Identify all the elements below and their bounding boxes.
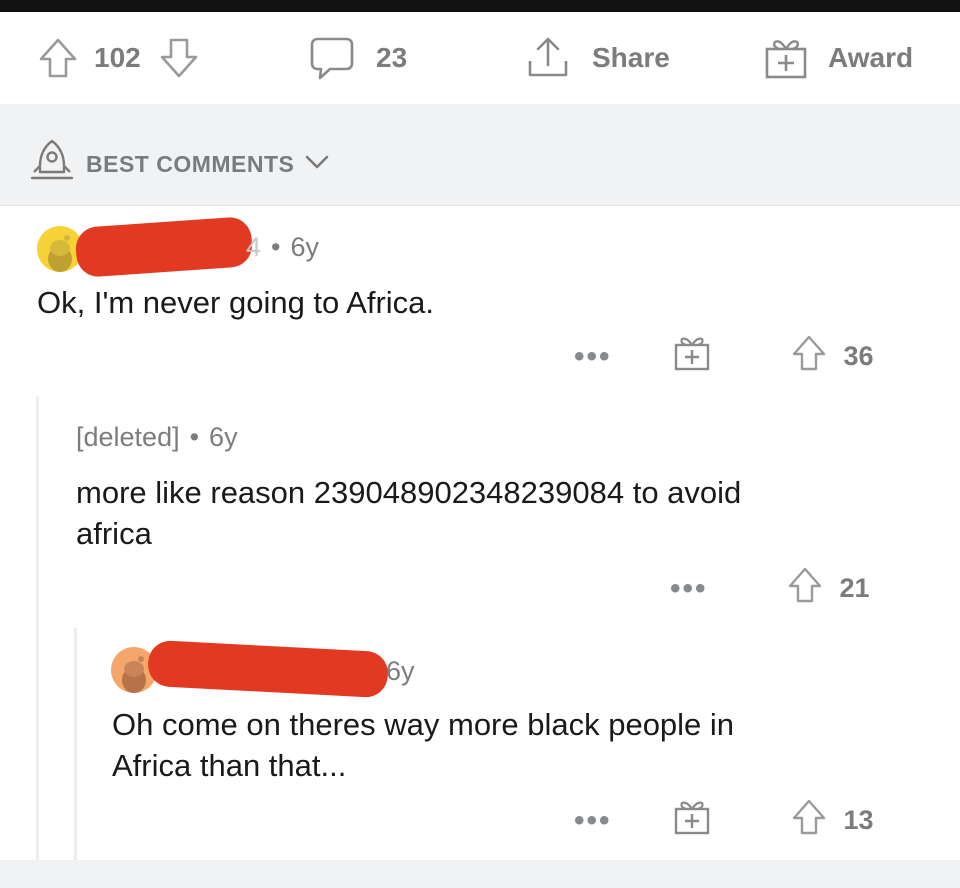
comment-body: more like reason 239048902348239084 to a… [76, 472, 741, 554]
thread-line[interactable] [74, 628, 77, 860]
upvote-icon[interactable] [786, 566, 824, 611]
comment-meta: 4 • 6y [246, 232, 319, 263]
vote-count: 36 [843, 341, 874, 371]
comments-button[interactable]: 23 [308, 35, 408, 81]
chevron-down-icon [304, 151, 330, 178]
comment-age: 6y [386, 656, 415, 686]
award-label: Award [828, 42, 914, 73]
comment-age: 6y [290, 232, 320, 262]
award-gift-icon[interactable] [672, 334, 712, 379]
comment-actions: ••• 13 [574, 798, 874, 843]
author-suffix: 4 [246, 232, 262, 262]
comment-body-line: Africa than that... [112, 748, 347, 783]
award-gift-icon[interactable] [672, 798, 712, 843]
meta-separator: • [189, 422, 200, 452]
redaction-mark [74, 215, 254, 279]
gift-icon [762, 35, 810, 81]
comment-meta: [deleted] • 6y [76, 422, 238, 453]
vote-count: 13 [843, 805, 874, 835]
upvote-icon[interactable] [36, 36, 80, 80]
vote-count: 21 [839, 573, 870, 603]
bottom-divider [0, 860, 960, 888]
sort-dropdown[interactable]: BEST COMMENTS [28, 138, 330, 190]
comment-actions: ••• 21 [670, 566, 870, 611]
comment-body-line: africa [76, 516, 152, 551]
comment-bubble-icon [308, 35, 356, 81]
comment-sort-bar: BEST COMMENTS [0, 104, 960, 206]
comment-body: Oh come on theres way more black people … [112, 704, 734, 786]
comment-count: 23 [376, 42, 408, 73]
more-options-icon[interactable]: ••• [670, 573, 708, 604]
share-icon [524, 35, 572, 81]
comment-body-line: Oh come on theres way more black people … [112, 707, 735, 742]
comment-author[interactable]: [deleted] [76, 422, 180, 453]
comment-body-line: more like reason 239048902348239084 to a… [76, 475, 742, 510]
upvote-icon[interactable] [790, 798, 828, 843]
redaction-mark [146, 639, 390, 699]
comment-age: 6y [209, 422, 238, 452]
post-action-bar: 102 23 Share Award [0, 12, 960, 104]
comment-actions: ••• 36 [574, 334, 874, 379]
downvote-icon[interactable] [157, 36, 201, 80]
share-label: Share [592, 42, 670, 73]
share-button[interactable]: Share [524, 35, 670, 81]
rocket-icon [28, 138, 76, 190]
upvote-icon[interactable] [790, 334, 828, 379]
top-edge-bar [0, 0, 960, 12]
sort-label: BEST COMMENTS [86, 150, 295, 177]
vote-count: 102 [94, 42, 141, 73]
vote-group: 102 [36, 38, 201, 78]
comment-meta: 6y [386, 656, 415, 687]
meta-separator: • [271, 232, 281, 262]
comment-body: Ok, I'm never going to Africa. [37, 285, 435, 320]
thread-line[interactable] [36, 396, 39, 860]
award-button[interactable]: Award [762, 35, 914, 81]
more-options-icon[interactable]: ••• [574, 341, 612, 372]
more-options-icon[interactable]: ••• [574, 805, 612, 836]
